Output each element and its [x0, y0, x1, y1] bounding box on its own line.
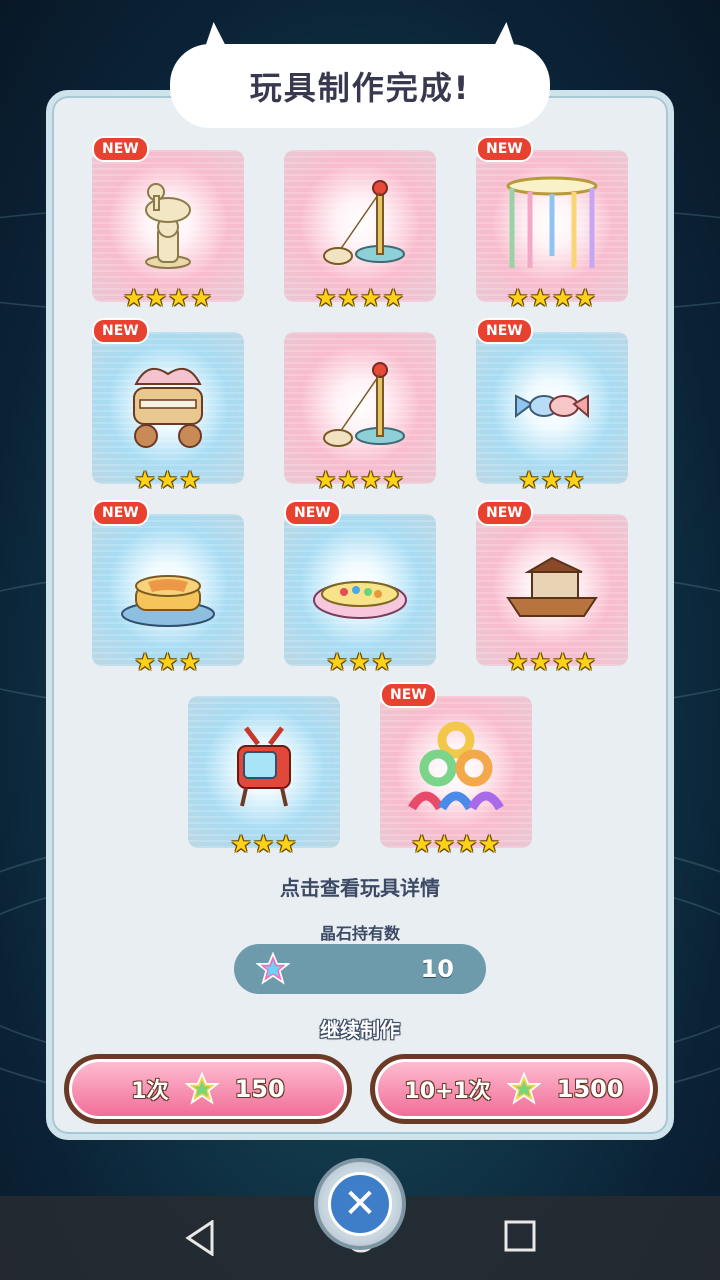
- right-ear: [486, 22, 520, 62]
- crystal-icon: [506, 1072, 541, 1105]
- bird-carriage-icon: [133, 367, 203, 448]
- craft-eleven-label: 10+1次: [404, 1079, 491, 1104]
- tv-icon: [237, 726, 291, 807]
- toy-card-5[interactable]: ★★★★: [284, 332, 436, 494]
- craft-eleven-cost: 1500: [556, 1075, 624, 1103]
- crystal-icon: [184, 1072, 219, 1105]
- rarity-stars: ★★★★: [122, 284, 214, 312]
- toy-card-10[interactable]: ★★★: [188, 696, 340, 858]
- rarity-stars: ★★★: [326, 648, 394, 676]
- duck-statue-icon: [145, 183, 191, 269]
- rarity-stars: ★★★★: [506, 284, 598, 312]
- pancake-icon: [121, 575, 215, 627]
- recents-icon[interactable]: [504, 1220, 536, 1252]
- rarity-stars: ★★★: [134, 648, 202, 676]
- ball-pool-icon: [313, 581, 407, 619]
- title-tab: 玩具制作完成!: [170, 22, 550, 128]
- crystal-icon: [256, 952, 290, 985]
- new-badge: NEW: [476, 318, 533, 344]
- new-badge: NEW: [476, 500, 533, 526]
- toy-card-2[interactable]: ★★★★: [284, 150, 436, 312]
- rarity-stars: ★★★★: [506, 648, 598, 676]
- page-title: 玩具制作完成!: [249, 69, 471, 107]
- craft-once-button[interactable]: 1次 150: [64, 1054, 352, 1124]
- detail-hint: 点击查看玩具详情: [280, 876, 440, 900]
- toy-card-9[interactable]: NEW ★★★★: [476, 500, 628, 676]
- toy-card-1[interactable]: NEW ★★★★: [92, 136, 244, 312]
- rarity-stars: ★★★: [134, 466, 202, 494]
- new-badge: NEW: [476, 136, 533, 162]
- back-icon[interactable]: [184, 1220, 216, 1256]
- craft-once-cost: 150: [234, 1075, 285, 1103]
- rarity-stars: ★★★★: [314, 466, 406, 494]
- toy-card-8[interactable]: NEW ★★★: [284, 500, 436, 676]
- cat-teaser-pole-icon: [323, 362, 405, 447]
- candy-icon: [515, 394, 589, 419]
- close-icon: ✕: [328, 1172, 392, 1236]
- craft-once-label: 1次: [131, 1079, 169, 1104]
- toy-card-4[interactable]: NEW ★★★: [92, 318, 244, 494]
- rarity-stars: ★★★★: [314, 284, 406, 312]
- tire-pyramid-icon: [408, 721, 504, 811]
- close-button[interactable]: ✕: [314, 1158, 406, 1250]
- boat-icon: [506, 556, 598, 617]
- toy-card-7[interactable]: NEW ★★★: [92, 500, 244, 676]
- new-badge: NEW: [92, 136, 149, 162]
- crystal-owned-bar: 10: [234, 944, 486, 994]
- rarity-stars: ★★★: [230, 830, 298, 858]
- toy-card-11[interactable]: NEW ★★★★: [380, 682, 532, 858]
- rarity-stars: ★★★★: [410, 830, 502, 858]
- crystal-owned-label: 晶石持有数: [319, 924, 400, 943]
- left-ear: [200, 22, 234, 62]
- new-badge: NEW: [92, 500, 149, 526]
- new-badge: NEW: [284, 500, 341, 526]
- continue-label: 继续制作: [320, 1018, 400, 1042]
- carousel-frame-icon: [506, 176, 598, 268]
- new-badge: NEW: [92, 318, 149, 344]
- new-badge: NEW: [380, 682, 437, 708]
- cat-teaser-pole-icon: [323, 180, 405, 265]
- craft-eleven-button[interactable]: 10+1次 1500: [370, 1054, 658, 1124]
- crystal-owned-value: 10: [420, 955, 454, 983]
- rarity-stars: ★★★: [518, 466, 586, 494]
- toy-card-3[interactable]: NEW ★★★★: [476, 136, 628, 312]
- toy-card-6[interactable]: NEW ★★★: [476, 318, 628, 494]
